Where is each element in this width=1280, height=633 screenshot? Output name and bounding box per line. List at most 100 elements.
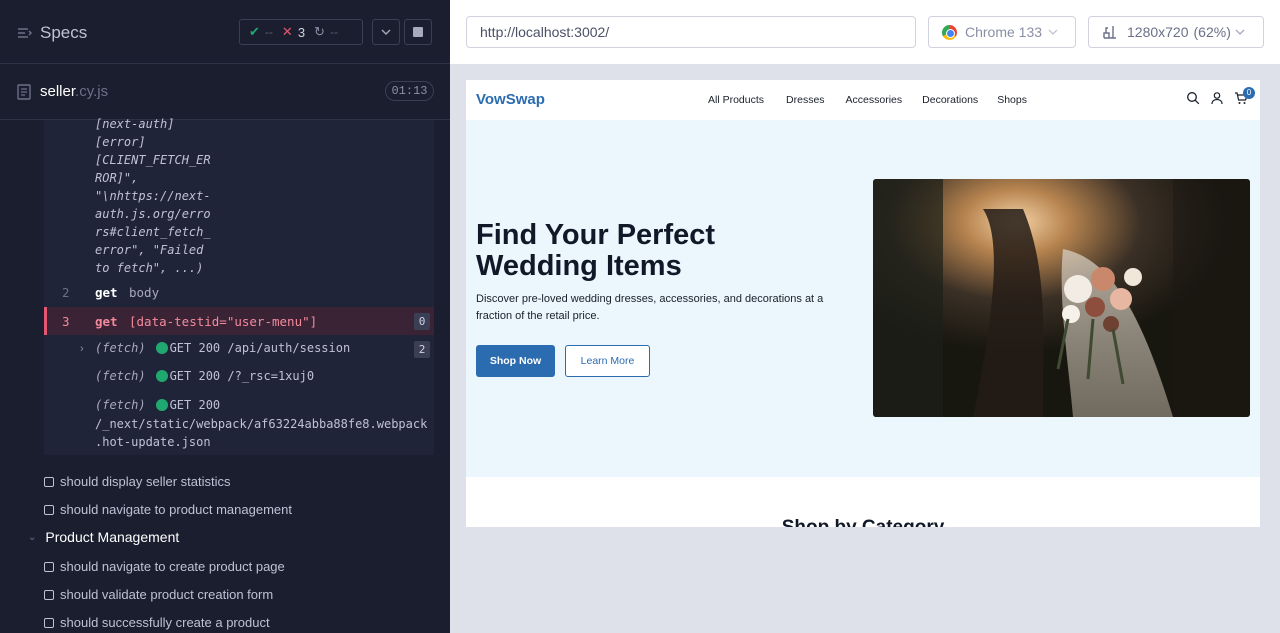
check-icon: ✔ [249, 24, 260, 39]
error-log-text: [next-auth] [error] [CLIENT_FETCH_ER ROR… [95, 117, 211, 275]
app-under-test: VowSwap All Products Dresses Accessories… [466, 80, 1260, 527]
site-nav-links: All Products Dresses Accessories Decorat… [708, 94, 1027, 106]
test-title: should display seller statistics [60, 474, 231, 489]
hero-image [873, 179, 1250, 417]
test-item[interactable]: should successfully create a product [44, 615, 270, 630]
fetch-count-badge: 2 [414, 341, 430, 358]
failed-stat: ✕ 3 [282, 24, 305, 40]
test-status-icon [44, 589, 54, 600]
cypress-runner: Specs ✔ -- ✕ 3 ↻ -- seller.cy.js 01:13 [… [0, 0, 1280, 633]
site-nav-icons [1186, 91, 1248, 105]
nav-shops[interactable]: Shops [997, 94, 1027, 106]
site-logo[interactable]: VowSwap [476, 91, 545, 108]
viewport-zoom: (62%) [1193, 24, 1231, 40]
viewport-icon [1103, 26, 1116, 39]
fetch-label: (fetch) [95, 398, 146, 412]
test-item[interactable]: should validate product creation form [44, 587, 273, 602]
pending-stat: ↻ -- [314, 24, 338, 40]
test-status-icon [44, 617, 54, 628]
user-icon[interactable] [1210, 91, 1224, 105]
hero-title: Find Your Perfect Wedding Items [476, 219, 716, 282]
nav-dresses[interactable]: Dresses [786, 94, 825, 106]
nav-decorations[interactable]: Decorations [922, 94, 978, 106]
failed-count: 3 [297, 24, 306, 40]
aut-panel: http://localhost:3002/ Chrome 133 1280x7… [450, 0, 1280, 633]
nav-all-products[interactable]: All Products [708, 94, 764, 106]
suite-item[interactable]: ⌄ Product Management [28, 529, 179, 545]
test-title: should navigate to product management [60, 502, 292, 517]
spec-file-basename: seller [40, 83, 76, 100]
stop-button[interactable] [404, 19, 432, 45]
test-title: should navigate to create product page [60, 559, 285, 574]
hero-description: Discover pre-loved wedding dresses, acce… [476, 293, 824, 322]
hero-section: Find Your Perfect Wedding Items Discover… [466, 120, 1260, 477]
stop-icon [413, 27, 423, 37]
test-title: should validate product creation form [60, 587, 274, 602]
specs-header: Specs ✔ -- ✕ 3 ↻ -- [0, 0, 450, 64]
command-arg: [data-testid="user-menu"] [129, 313, 318, 329]
cart-count-badge: 0 [1243, 87, 1255, 99]
fetch-request: GET 200 /api/auth/session [169, 341, 351, 355]
browser-selector[interactable]: Chrome 133 [928, 16, 1076, 48]
command-number: 3 [62, 313, 70, 329]
command-name: get [95, 284, 118, 300]
chevron-down-icon [1235, 29, 1245, 35]
test-item[interactable]: should navigate to create product page [44, 559, 285, 574]
command-name: get [95, 313, 118, 329]
test-status-icon [44, 561, 54, 572]
fetch-request-path: .hot-update.json [95, 435, 211, 449]
nav-accessories[interactable]: Accessories [846, 94, 903, 106]
test-status-icon [44, 476, 54, 487]
learn-more-button[interactable]: Learn More [565, 345, 650, 377]
specs-icon[interactable] [17, 25, 33, 41]
aut-header: http://localhost:3002/ Chrome 133 1280x7… [450, 0, 1280, 64]
shop-now-button[interactable]: Shop Now [476, 345, 555, 377]
options-dropdown-button[interactable] [372, 19, 400, 45]
spinner-icon: ↻ [314, 24, 325, 39]
chevron-right-icon[interactable]: › [80, 343, 84, 355]
chevron-down-icon [1048, 29, 1058, 35]
fetch-label: (fetch) [95, 341, 146, 355]
status-dot-icon [155, 342, 168, 354]
status-dot-icon [155, 399, 168, 412]
command-row[interactable]: 2 get body [44, 278, 434, 306]
test-item[interactable]: should navigate to product management [44, 502, 292, 517]
section-title: Shop by Category [466, 517, 1260, 527]
pending-count: -- [329, 25, 338, 39]
command-number: 2 [62, 284, 70, 300]
spec-file-header: seller.cy.js 01:13 [0, 65, 450, 120]
fetch-row[interactable]: (fetch) GET 200 /?_rsc=1xuj0 [95, 369, 314, 383]
command-row-failed[interactable]: 3 get [data-testid="user-menu"] 0 [44, 307, 434, 335]
url-field[interactable]: http://localhost:3002/ [466, 16, 916, 48]
passed-count: -- [264, 25, 273, 39]
spec-duration: 01:13 [385, 81, 434, 101]
test-status-icon [44, 504, 54, 515]
passed-stat: ✔ -- [249, 24, 273, 40]
file-icon [17, 84, 31, 100]
site-navbar: VowSwap All Products Dresses Accessories… [466, 80, 1260, 120]
command-count-badge: 0 [414, 312, 430, 330]
fetch-request-path: /_next/static/webpack/af63224abba88fe8.w… [95, 416, 428, 431]
test-item[interactable]: should display seller statistics [44, 474, 231, 489]
fetch-row[interactable]: (fetch) GET 200 /_next/static/webpack/af… [95, 396, 427, 452]
chevron-down-icon: ⌄ [28, 531, 37, 543]
spec-file-name[interactable]: seller.cy.js [40, 83, 108, 100]
spec-file-ext: .cy.js [75, 83, 109, 100]
viewport-selector[interactable]: 1280x720 (62%) [1088, 16, 1264, 48]
command-log-panel: Specs ✔ -- ✕ 3 ↻ -- seller.cy.js 01:13 [… [0, 0, 450, 633]
fetch-row[interactable]: (fetch) GET 200 /api/auth/session [95, 341, 350, 355]
test-title: should successfully create a product [60, 615, 270, 630]
x-icon: ✕ [281, 24, 293, 39]
command-arg: body [129, 284, 160, 300]
fetch-request: GET 200 /?_rsc=1xuj0 [169, 369, 315, 383]
wedding-bouquet-image [873, 179, 1250, 417]
test-stats: ✔ -- ✕ 3 ↻ -- [239, 19, 363, 45]
status-dot-icon [155, 370, 168, 382]
viewport-size: 1280x720 [1127, 24, 1189, 40]
browser-name: Chrome 133 [965, 24, 1043, 40]
chevron-down-icon [381, 29, 391, 35]
fetch-request: GET 200 [169, 398, 221, 412]
search-icon[interactable] [1186, 91, 1200, 105]
fetch-label: (fetch) [95, 369, 146, 383]
specs-label[interactable]: Specs [40, 23, 87, 43]
